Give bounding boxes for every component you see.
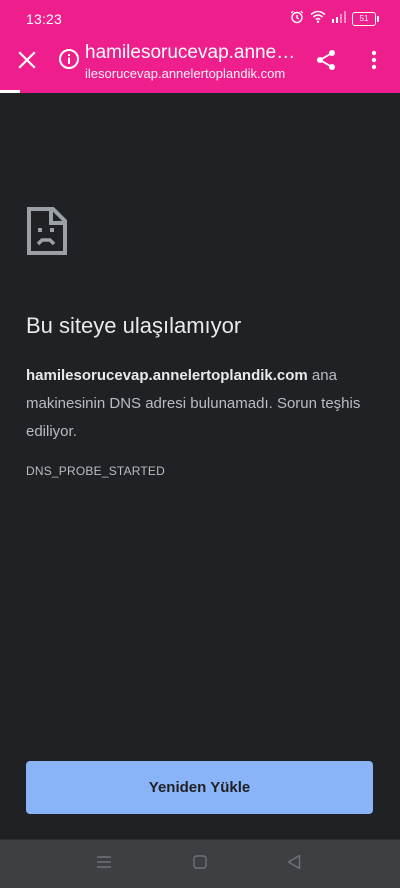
more-vert-icon (371, 50, 377, 75)
recents-menu-icon (96, 855, 112, 874)
info-icon (58, 48, 80, 75)
site-info-button[interactable] (56, 48, 82, 74)
custom-tab-header: 13:23 51 hamilesorucevap.anneler... iles… (0, 0, 400, 93)
wifi-icon (310, 10, 326, 28)
back-triangle-icon (287, 854, 301, 875)
error-description: hamilesorucevap.annelertoplandik.com ana… (26, 362, 376, 446)
recents-button[interactable] (94, 854, 114, 874)
page-load-progress (0, 90, 20, 93)
home-button[interactable] (190, 854, 210, 874)
more-options-button[interactable] (362, 48, 386, 76)
status-icons: 51 (290, 10, 379, 29)
error-title: Bu siteye ulaşılamıyor (26, 313, 242, 338)
back-button[interactable] (284, 854, 304, 874)
error-host: hamilesorucevap.annelertoplandik.com (26, 367, 308, 384)
sad-file-icon (26, 206, 68, 256)
battery-icon: 51 (352, 12, 379, 26)
error-content: Bu siteye ulaşılamıyor hamilesorucevap.a… (26, 206, 376, 478)
home-square-icon (193, 854, 207, 874)
system-nav-bar (0, 839, 400, 888)
browser-toolbar: hamilesorucevap.anneler... ilesorucevap.… (0, 36, 400, 90)
reload-button[interactable]: Yeniden Yükle (26, 761, 373, 814)
url-block[interactable]: hamilesorucevap.anneler... ilesorucevap.… (85, 41, 297, 82)
page-url: ilesorucevap.annelertoplandik.com (85, 66, 286, 81)
page-title: hamilesorucevap.anneler... (85, 42, 297, 63)
error-code: DNS_PROBE_STARTED (26, 464, 165, 478)
close-button[interactable] (12, 47, 42, 77)
share-button[interactable] (312, 48, 340, 76)
share-icon (315, 49, 337, 76)
alarm-icon (290, 10, 304, 29)
close-icon (18, 50, 36, 74)
status-time: 13:23 (26, 11, 63, 27)
status-bar: 13:23 51 (0, 0, 400, 36)
signal-icon (332, 10, 346, 28)
